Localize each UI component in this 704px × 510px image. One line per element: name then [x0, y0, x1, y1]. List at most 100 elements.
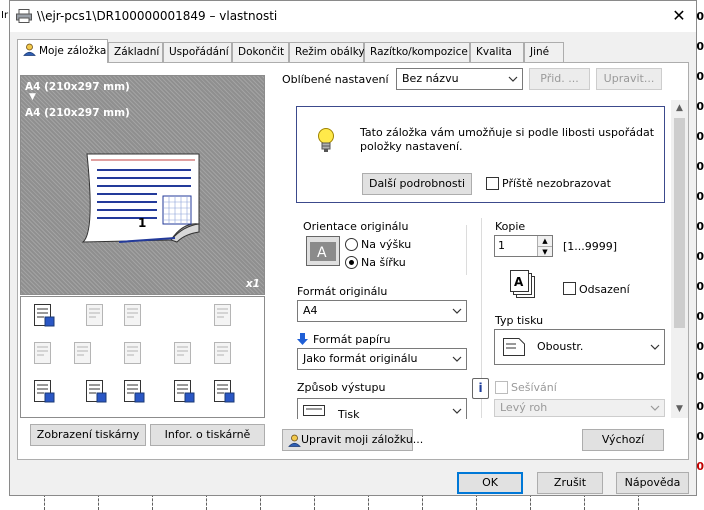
- offset-checkbox[interactable]: [563, 282, 576, 295]
- chevron-down-icon: [452, 408, 462, 414]
- settings-scrollbar[interactable]: ▲ ▼: [671, 100, 688, 418]
- printer-icon: [303, 405, 325, 416]
- print-type-select[interactable]: Oboustr.: [494, 329, 665, 365]
- tab-label: Režim obálky: [295, 46, 365, 58]
- column-gridline: [260, 494, 261, 510]
- add-favorite-button[interactable]: Přid. ...: [529, 68, 590, 90]
- chevron-down-icon: [452, 356, 462, 362]
- preview-paper-size: A4 (210x297 mm): [25, 107, 130, 119]
- stapling-position-select[interactable]: Levý roh: [494, 399, 665, 417]
- portrait-radio[interactable]: [345, 238, 358, 251]
- output-method-label: Způsob výstupu: [297, 381, 386, 394]
- copies-down-button[interactable]: ▼: [537, 246, 552, 256]
- close-button[interactable]: ✕: [662, 1, 696, 32]
- column-gridline: [638, 494, 639, 510]
- info-text-line1: Tato záložka vám umožňuje si podle libos…: [360, 126, 655, 139]
- scroll-up-icon[interactable]: ▲: [671, 100, 688, 117]
- original-size-label: Formát originálu: [297, 285, 388, 298]
- settings-icon[interactable]: [211, 341, 237, 367]
- original-size-icon[interactable]: [31, 303, 57, 329]
- favorites-select[interactable]: Bez názvu: [396, 68, 523, 90]
- svg-text:A: A: [514, 275, 524, 289]
- printer-view-button[interactable]: Zobrazení tiskárny: [30, 424, 146, 446]
- more-details-button[interactable]: Další podrobnosti: [362, 173, 472, 195]
- window-title: \\ejr-pcs1\DR100000001849 – vlastnosti: [37, 9, 278, 23]
- title-bar: \\ejr-pcs1\DR100000001849 – vlastnosti ✕: [10, 1, 696, 32]
- help-button[interactable]: Nápověda: [616, 472, 689, 494]
- tab-quality[interactable]: Kvalita: [470, 42, 524, 62]
- info-icon-glyph: i: [478, 381, 483, 395]
- portrait-label: Na výšku: [361, 238, 412, 251]
- stapling-label: Sešívání: [511, 381, 557, 394]
- offset-label: Odsazení: [579, 283, 630, 296]
- overlay-icon[interactable]: [211, 303, 237, 329]
- default-button[interactable]: Výchozí: [582, 429, 664, 451]
- tab-label: Kvalita: [476, 46, 512, 58]
- combine-icon[interactable]: [71, 341, 97, 367]
- tab-label: Razítko/kompozice: [370, 46, 468, 58]
- copies-stack-icon: A: [510, 270, 535, 298]
- info-text-line2: položky nastavení.: [360, 140, 463, 153]
- scroll-down-icon[interactable]: ▼: [671, 401, 688, 418]
- mail-icon[interactable]: [121, 379, 147, 405]
- tab-cover-mode[interactable]: Režim obálky: [289, 42, 365, 62]
- print-type-value: Oboustr.: [537, 340, 584, 353]
- booklet-icon[interactable]: [31, 379, 57, 405]
- output-method-select[interactable]: Tisk: [297, 398, 467, 419]
- stapling-position-value: Levý roh: [500, 401, 548, 414]
- person-icon: [23, 43, 36, 56]
- watermark-icon[interactable]: [83, 303, 109, 329]
- stamp-icon[interactable]: [121, 341, 147, 367]
- paper-size-value: Jako formát originálu: [303, 352, 418, 365]
- landscape-label: Na šířku: [361, 256, 406, 269]
- column-gridline: [98, 494, 99, 510]
- chevron-down-icon: [452, 308, 462, 314]
- paper-stack-icon[interactable]: [31, 341, 57, 367]
- column-gridline: [368, 494, 369, 510]
- report-icon[interactable]: [171, 379, 197, 405]
- edit-my-tab-label: Upravit moji záložku...: [301, 433, 424, 446]
- printer-info-button[interactable]: Infor. o tiskárně: [150, 424, 265, 446]
- tab-basic[interactable]: Základní: [108, 42, 163, 62]
- lightbulb-icon: [318, 128, 334, 152]
- copies-input[interactable]: 1 ▲ ▼: [494, 235, 553, 257]
- copies-value: 1: [498, 239, 505, 252]
- tab-other[interactable]: Jiné: [524, 42, 564, 62]
- paper-size-select[interactable]: Jako formát originálu: [297, 348, 467, 370]
- preview-arrow: ▼: [29, 92, 36, 102]
- tab-finish[interactable]: Dokončit: [232, 42, 289, 62]
- copies-range: [1...9999]: [563, 240, 618, 253]
- background-spreadsheet-bottom: [0, 494, 704, 510]
- tab-my-tab[interactable]: Moje záložka: [17, 39, 108, 63]
- edit-favorite-button[interactable]: Upravit...: [596, 68, 662, 90]
- edit-my-tab-button[interactable]: Upravit moji záložku...: [282, 429, 423, 451]
- tab-label: Dokončit: [238, 46, 285, 58]
- print-type-label: Typ tisku: [495, 314, 544, 327]
- output-method-clip: Tisk: [296, 397, 468, 419]
- scrollbar-thumb[interactable]: [674, 118, 685, 328]
- tab-stamp-composition[interactable]: Razítko/kompozice: [364, 42, 470, 62]
- paper-size-label: Formát papíru: [313, 333, 391, 346]
- copy-icon[interactable]: [121, 303, 147, 329]
- tab-label: Uspořádání: [169, 46, 229, 58]
- document-preview-icon: [81, 153, 200, 243]
- orientation-label: Orientace originálu: [303, 220, 411, 233]
- tab-layout[interactable]: Uspořádání: [163, 42, 232, 62]
- column-gridline: [314, 494, 315, 510]
- stapling-checkbox[interactable]: [495, 381, 508, 394]
- arrow-down-icon: [297, 333, 308, 345]
- copies-up-button[interactable]: ▲: [537, 236, 552, 246]
- chevron-down-icon: [508, 76, 518, 82]
- landscape-radio[interactable]: [345, 256, 358, 269]
- preview-page-number: 1: [138, 216, 147, 230]
- column-gridline: [584, 494, 585, 510]
- original-size-select[interactable]: A4: [297, 300, 467, 322]
- person-print-icon[interactable]: [83, 379, 109, 405]
- cancel-button[interactable]: Zrušit: [537, 472, 603, 494]
- column-gridline: [206, 494, 207, 510]
- form-icon[interactable]: [171, 341, 197, 367]
- ok-button[interactable]: OK: [457, 472, 523, 494]
- info-icon[interactable]: i: [472, 378, 489, 399]
- dont-show-again-checkbox[interactable]: [486, 177, 499, 190]
- printer-queue-icon[interactable]: [211, 379, 237, 405]
